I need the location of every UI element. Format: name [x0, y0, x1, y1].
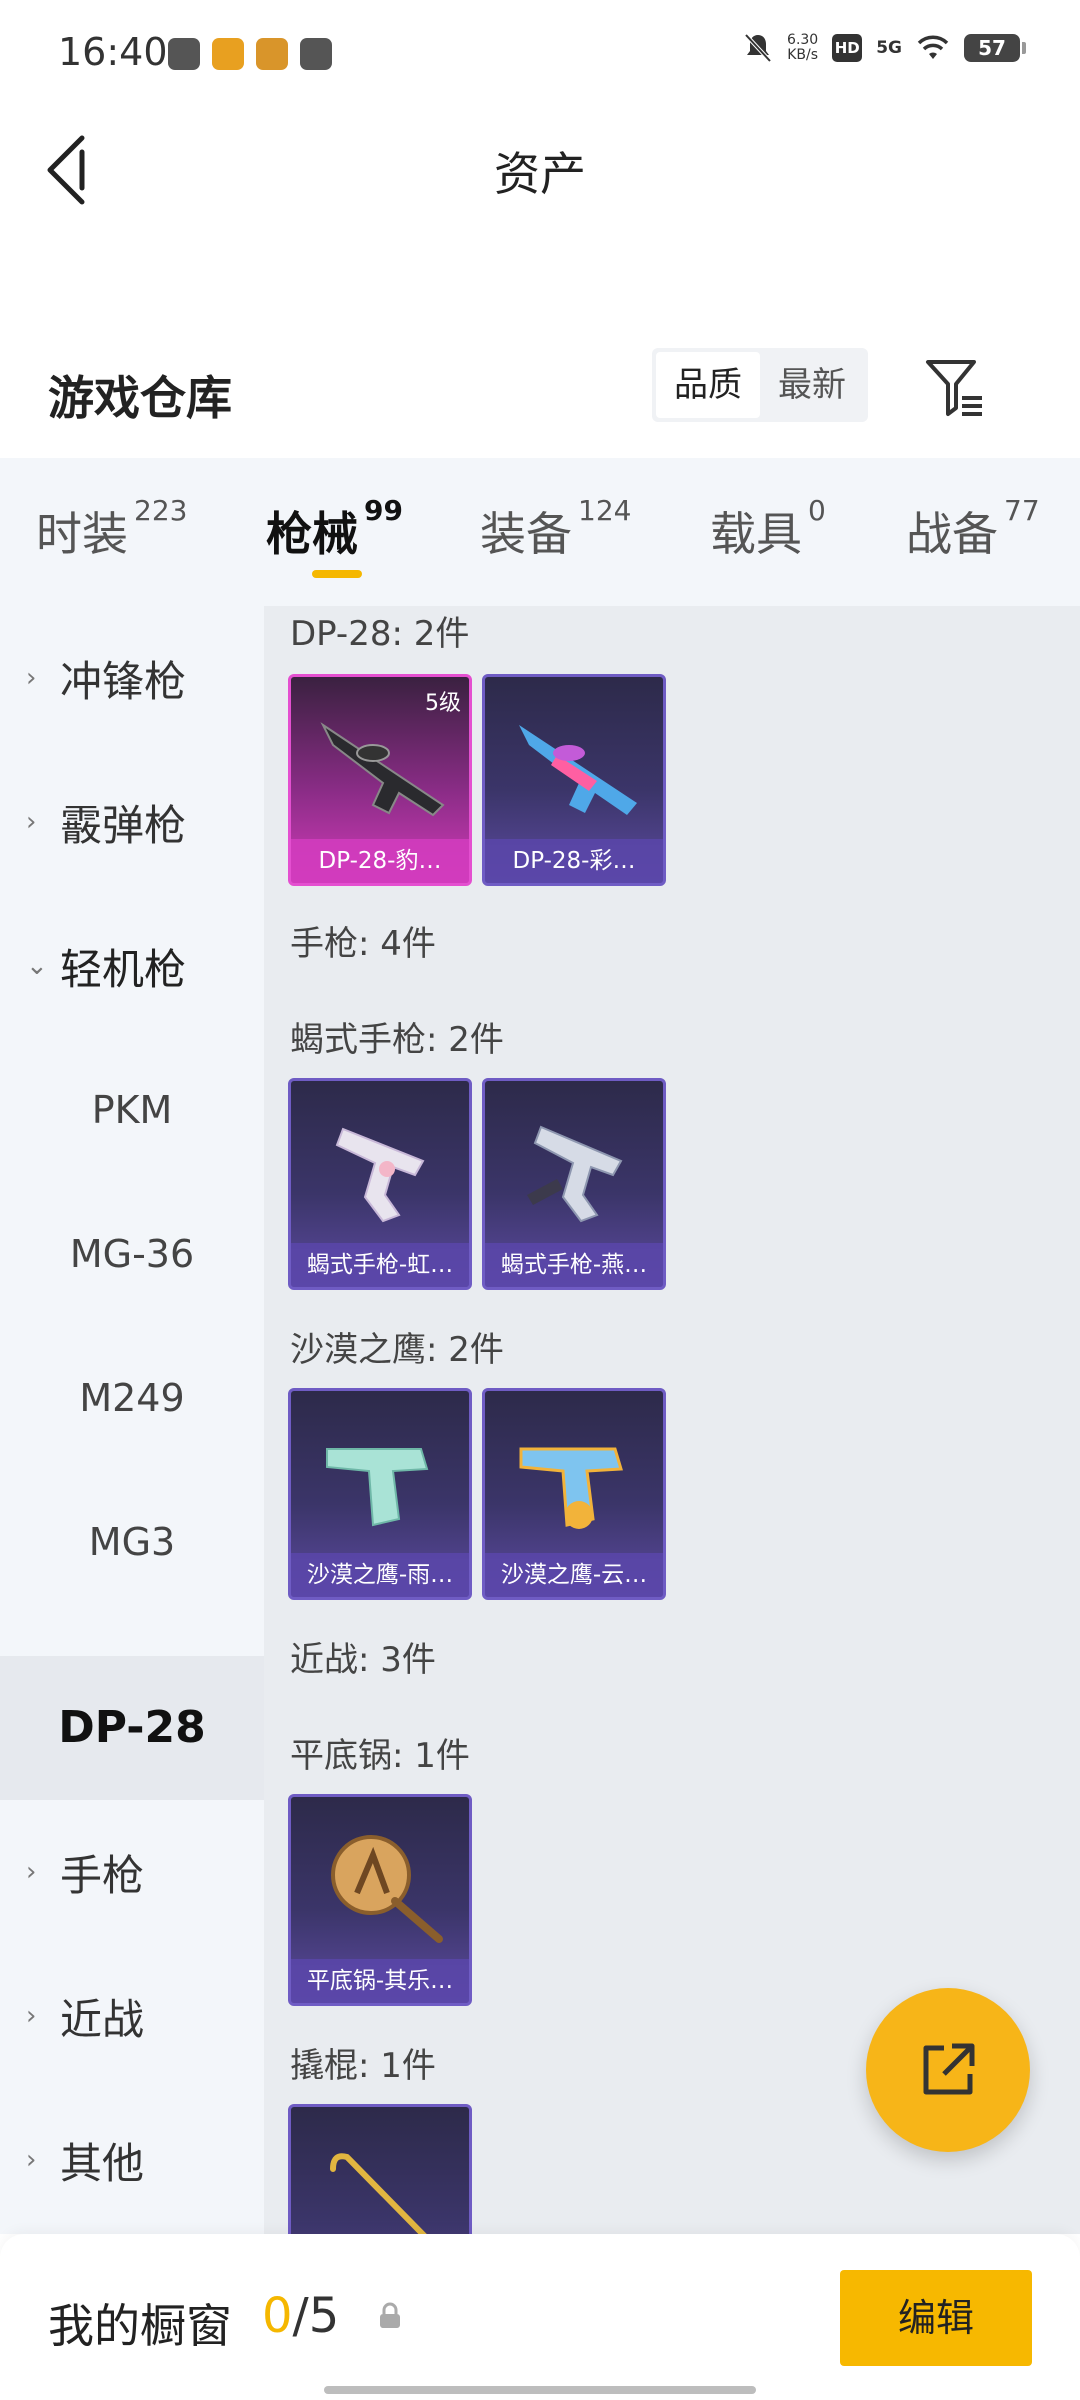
- showcase-bar: 我的橱窗 0/5 编辑: [0, 2234, 1080, 2400]
- group-label: 蝎式手枪: 2件: [290, 1020, 504, 1060]
- chevron-right-icon: ›: [26, 2145, 37, 2175]
- tab-supplies[interactable]: 战备 77: [906, 494, 1040, 564]
- category-tabs: 时装 223 枪械 99 装备 124 载具 0 战备 77: [0, 458, 1080, 606]
- item-name: 蝎式手枪-虹…: [291, 1243, 469, 1287]
- sidebar-item-lmg[interactable]: ⌄ 轻机枪: [0, 894, 264, 1038]
- chevron-right-icon: ›: [26, 1857, 37, 1887]
- desert-eagle-icon: [326, 1448, 429, 1527]
- signal-5g-icon: 5G: [876, 38, 902, 58]
- vivo-notification-icon: [300, 38, 332, 70]
- share-button[interactable]: [866, 1988, 1030, 2152]
- item-card[interactable]: 沙漠之鹰-云…: [482, 1388, 666, 1600]
- status-indicators: 6.30 KB/s HD 5G 57: [743, 32, 1026, 64]
- tab-weapons[interactable]: 枪械 99: [266, 494, 403, 564]
- weapon-category-sidebar: › 冲锋枪 › 霰弹枪 ⌄ 轻机枪 PKM MG-36 M249 MG3 DP-…: [0, 606, 264, 2234]
- group-label: 手枪: 4件: [290, 924, 436, 964]
- status-bar: 16:40 6.30 KB/s HD 5G 57: [0, 0, 1080, 100]
- item-card[interactable]: 平底锅-其乐…: [288, 1794, 472, 2006]
- group-label: 平底锅: 1件: [290, 1736, 470, 1776]
- sidebar-sub-pkm[interactable]: PKM: [0, 1038, 264, 1182]
- sidebar-sub-mg36[interactable]: MG-36: [0, 1182, 264, 1326]
- chevron-right-icon: ›: [26, 807, 37, 837]
- item-name: 沙漠之鹰-雨…: [291, 1553, 469, 1597]
- item-level-badge: 5级: [425, 691, 461, 716]
- item-name: 沙漠之鹰-云…: [485, 1553, 663, 1597]
- wifi-icon: [917, 35, 949, 59]
- sidebar-sub-mg3[interactable]: MG3: [0, 1470, 264, 1614]
- filter-button[interactable]: [922, 354, 988, 420]
- chevron-right-icon: ›: [26, 663, 37, 693]
- notification-icons: [168, 38, 332, 70]
- item-card[interactable]: [288, 2104, 472, 2234]
- item-name: 蝎式手枪-燕…: [485, 1243, 663, 1287]
- sidebar-sub-dp28[interactable]: DP-28: [0, 1656, 264, 1800]
- battery-icon: 57: [964, 34, 1026, 62]
- active-tab-indicator: [312, 570, 362, 578]
- status-time: 16:40: [58, 30, 168, 74]
- tab-equipment[interactable]: 装备 124: [480, 494, 631, 564]
- sidebar-item-melee[interactable]: › 近战: [0, 1944, 264, 2088]
- item-name: DP-28-彩…: [485, 839, 663, 883]
- group-label: 沙漠之鹰: 2件: [290, 1330, 504, 1370]
- showcase-count: 0/5: [262, 2288, 340, 2344]
- tab-fashion[interactable]: 时装 223: [36, 494, 187, 564]
- mute-bell-icon: [744, 33, 772, 63]
- frying-pan-icon: [331, 1835, 443, 1943]
- hd-icon: HD: [832, 34, 863, 62]
- sidebar-sub-m249[interactable]: M249: [0, 1326, 264, 1470]
- item-card[interactable]: 蝎式手枪-虹…: [288, 1078, 472, 1290]
- crowbar-icon: [330, 2153, 427, 2234]
- app-notification-icon: [168, 38, 200, 70]
- group-label: 撬棍: 1件: [290, 2046, 436, 2086]
- item-card[interactable]: 蝎式手枪-燕…: [482, 1078, 666, 1290]
- warehouse-header: 游戏仓库 品质 最新: [0, 340, 1080, 460]
- home-indicator[interactable]: [324, 2386, 756, 2394]
- group-label: 近战: 3件: [290, 1640, 436, 1680]
- tab-vehicles[interactable]: 载具 0: [710, 494, 826, 564]
- sidebar-item-shotgun[interactable]: › 霰弹枪: [0, 750, 264, 894]
- lock-icon: [380, 2302, 400, 2328]
- network-speed: 6.30 KB/s: [787, 32, 819, 63]
- section-title: 游戏仓库: [48, 371, 232, 425]
- sort-quality-button[interactable]: 品质: [656, 352, 760, 418]
- sidebar-item-other[interactable]: › 其他: [0, 2088, 264, 2232]
- chevron-right-icon: ›: [26, 2001, 37, 2031]
- edit-button[interactable]: 编辑: [840, 2270, 1032, 2366]
- group-label: DP-28: 2件: [290, 614, 470, 654]
- filter-icon: [926, 360, 982, 416]
- item-card[interactable]: 5级 DP-28-豹…: [288, 674, 472, 886]
- item-card[interactable]: 沙漠之鹰-雨…: [288, 1388, 472, 1600]
- chevron-down-icon: ⌄: [26, 951, 48, 981]
- external-link-icon: [923, 2043, 975, 2095]
- pistol-icon: [527, 1125, 623, 1223]
- item-name: 平底锅-其乐…: [291, 1959, 469, 2003]
- item-card[interactable]: DP-28-彩…: [482, 674, 666, 886]
- sort-latest-button[interactable]: 最新: [760, 352, 864, 418]
- page-title: 资产: [494, 147, 586, 201]
- lmg-icon: [519, 725, 637, 815]
- game-notification-icon: [256, 38, 288, 70]
- sort-toggle: 品质 最新: [652, 348, 868, 422]
- sidebar-item-smg[interactable]: › 冲锋枪: [0, 606, 264, 750]
- showcase-title: 我的橱窗: [48, 2299, 232, 2353]
- sidebar-item-pistol[interactable]: › 手枪: [0, 1800, 264, 1944]
- game-notification-icon: [212, 38, 244, 70]
- desert-eagle-icon: [519, 1447, 623, 1529]
- item-name: DP-28-豹…: [291, 839, 469, 883]
- pistol-icon: [335, 1127, 425, 1223]
